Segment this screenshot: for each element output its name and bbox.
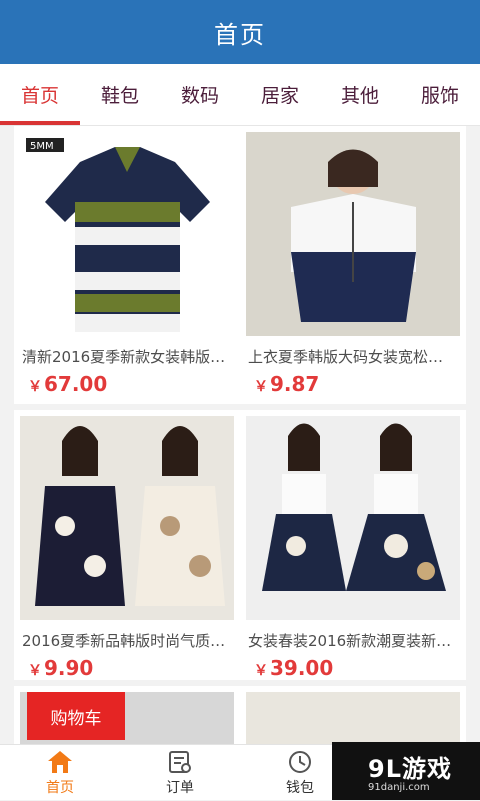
- product-card[interactable]: [240, 686, 466, 746]
- price-value: 67.00: [44, 372, 108, 396]
- home-icon: [48, 751, 72, 773]
- nav-label: 首页: [46, 780, 74, 796]
- watermark-logo: 9L游戏 91danji.com: [332, 742, 480, 800]
- price-value: 9.90: [44, 656, 94, 680]
- tab-shoes-bags[interactable]: 鞋包: [95, 71, 145, 118]
- nav-home[interactable]: 首页: [0, 745, 120, 801]
- product-image[interactable]: [246, 692, 460, 746]
- product-card[interactable]: 女装春装2016新款潮夏装新… ￥ 39.00: [240, 410, 466, 680]
- product-title: 2016夏季新品韩版时尚气质…: [22, 632, 226, 648]
- tab-others[interactable]: 其他: [335, 71, 385, 118]
- product-price: ￥ 9.90: [14, 648, 240, 688]
- product-price: ￥ 9.87: [240, 364, 466, 404]
- nav-orders[interactable]: 订单: [120, 745, 240, 801]
- tab-digital[interactable]: 数码: [175, 71, 225, 118]
- cart-button[interactable]: 购物车: [27, 692, 125, 740]
- product-image[interactable]: 5MM: [20, 132, 234, 336]
- product-card[interactable]: 2016夏季新品韩版时尚气质… ￥ 9.90: [14, 410, 240, 680]
- product-image[interactable]: [246, 132, 460, 336]
- two-dresses-image: [246, 416, 460, 620]
- page-title: 首页: [214, 20, 266, 49]
- product-price: ￥ 67.00: [14, 364, 240, 404]
- currency-symbol: ￥: [28, 379, 42, 395]
- watermark-main: 9L游戏: [368, 755, 452, 783]
- product-card[interactable]: 上衣夏季韩版大码女装宽松… ￥ 9.87: [240, 126, 466, 404]
- tab-home[interactable]: 首页: [15, 71, 65, 118]
- product-price: ￥ 39.00: [240, 648, 466, 688]
- product-image[interactable]: [20, 416, 234, 620]
- nav-label: 钱包: [286, 780, 314, 796]
- price-value: 39.00: [270, 656, 334, 680]
- category-tabs: 首页 鞋包 数码 居家 其他 服饰: [0, 64, 480, 126]
- product-title: 女装春装2016新款潮夏装新…: [248, 632, 452, 648]
- product-title: 上衣夏季韩版大码女装宽松…: [248, 348, 444, 364]
- app-header: 首页: [0, 0, 480, 64]
- image-badge: 5MM: [30, 141, 54, 152]
- product-image[interactable]: [246, 416, 460, 620]
- watermark-sub: 91danji.com: [368, 782, 430, 793]
- order-icon: [169, 751, 191, 773]
- price-value: 9.87: [270, 372, 320, 396]
- active-tab-indicator: [0, 121, 80, 125]
- currency-symbol: ￥: [254, 663, 268, 679]
- tab-home-living[interactable]: 居家: [255, 71, 305, 118]
- currency-symbol: ￥: [254, 379, 268, 395]
- striped-shirt-image: 5MM: [20, 132, 234, 336]
- nav-label: 订单: [166, 780, 194, 796]
- model-shirt-image: [246, 132, 460, 336]
- tab-apparel[interactable]: 服饰: [415, 71, 465, 118]
- product-card[interactable]: 5MM 清新2016夏季新款女装韩版… ￥ 67.00: [14, 126, 240, 404]
- product-title: 清新2016夏季新款女装韩版…: [22, 348, 226, 364]
- currency-symbol: ￥: [28, 663, 42, 679]
- product-grid: 5MM 清新2016夏季新款女装韩版… ￥ 67.00 上衣夏季韩版大码女装宽松…: [0, 126, 480, 746]
- floral-dresses-image: [20, 416, 234, 620]
- wallet-icon: [289, 751, 311, 773]
